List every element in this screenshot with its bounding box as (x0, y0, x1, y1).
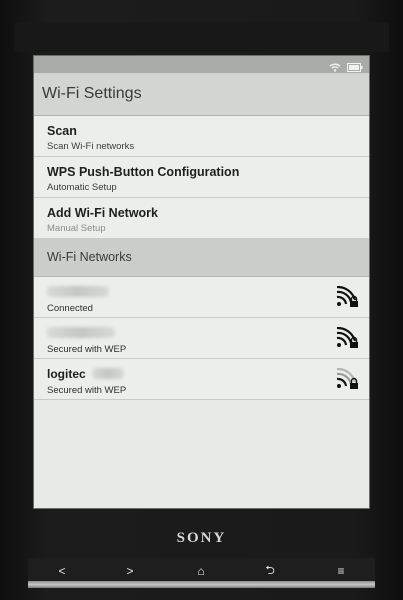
add-network-sublabel: Manual Setup (47, 223, 106, 234)
wps-sublabel: Automatic Setup (47, 182, 117, 193)
network-name-redacted (47, 286, 109, 297)
bezel-top (14, 22, 389, 52)
brand-logo: SONY (176, 530, 227, 546)
status-bar (34, 56, 369, 73)
scan-label: Scan (47, 124, 77, 138)
wps-option[interactable]: WPS Push-Button Configuration Automatic … (34, 157, 369, 198)
network-status: Secured with WEP (47, 344, 127, 355)
title-bar: Wi-Fi Settings (34, 73, 369, 116)
wifi-locked-icon (336, 327, 358, 348)
network-item[interactable]: Connected (34, 277, 369, 318)
network-name: logitec (47, 367, 86, 381)
add-network-option[interactable]: Add Wi-Fi Network Manual Setup (34, 198, 369, 239)
network-status: Secured with WEP (47, 385, 127, 396)
network-name-redacted (92, 368, 124, 379)
wifi-networks-header: Wi-Fi Networks (34, 238, 369, 277)
network-name-redacted (47, 327, 115, 338)
ereader-screen: Wi-Fi Settings Scan Scan Wi-Fi networks … (33, 55, 370, 509)
hardware-key-strip (28, 581, 375, 588)
scan-sublabel: Scan Wi-Fi networks (47, 141, 135, 152)
network-item[interactable]: Secured with WEP (34, 318, 369, 359)
page-title: Wi-Fi Settings (42, 85, 142, 102)
wifi-locked-icon (336, 368, 358, 389)
wifi-locked-icon (336, 286, 358, 307)
section-label: Wi-Fi Networks (47, 250, 132, 264)
network-status: Connected (47, 303, 93, 314)
wps-label: WPS Push-Button Configuration (47, 165, 240, 179)
network-item[interactable]: logitec Secured with WEP (34, 359, 369, 400)
scan-option[interactable]: Scan Scan Wi-Fi networks (34, 116, 369, 157)
add-network-label: Add Wi-Fi Network (47, 206, 158, 220)
